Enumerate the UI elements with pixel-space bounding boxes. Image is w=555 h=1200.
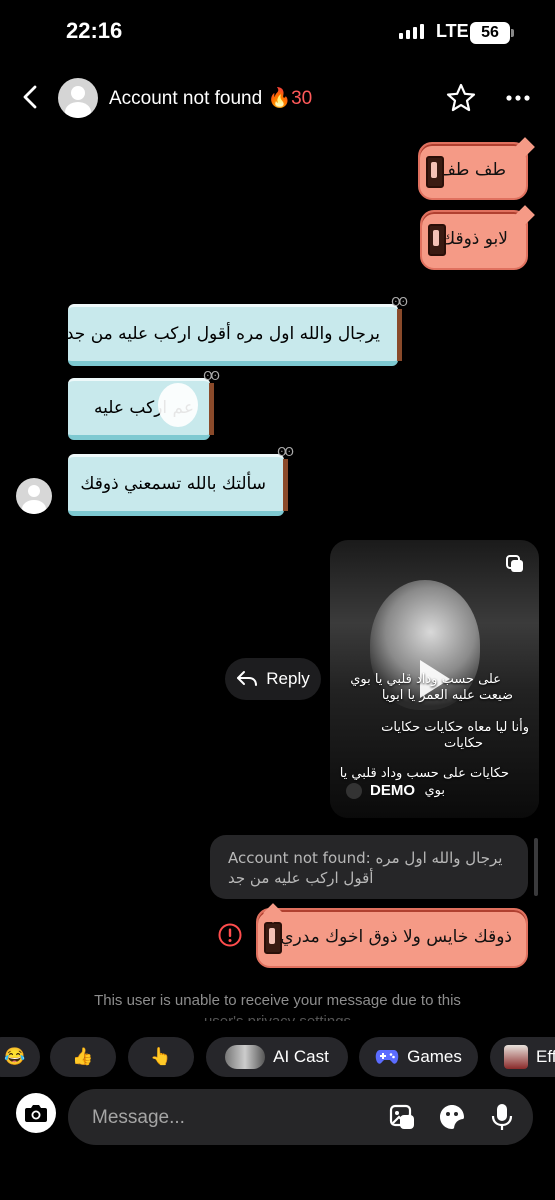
reel-caption: ضيعت عليه العمر يا ابويا (381, 688, 513, 703)
more-icon[interactable] (505, 88, 531, 108)
redaction-blur (158, 383, 198, 427)
sticker-can-icon (264, 922, 282, 954)
reply-icon (237, 671, 258, 686)
system-message-line: user's privacy settings (0, 1011, 555, 1021)
quoted-message[interactable]: Account not found: يرجال والله اول مره أ… (210, 835, 528, 899)
multi-media-icon (506, 555, 523, 572)
message-text: لابو ذوقك (441, 229, 508, 249)
sent-message[interactable]: طف طف (418, 137, 535, 200)
quote-line: أقول اركب عليه من جد (228, 869, 374, 887)
microphone-icon[interactable] (488, 1103, 516, 1131)
gamepad-icon (375, 1050, 399, 1064)
error-icon[interactable] (218, 923, 242, 947)
bubble-pole (397, 309, 402, 361)
bubble-tail (263, 903, 283, 923)
effects-icon (504, 1045, 528, 1069)
received-message[interactable]: عم اركب عليه ʘʘ (68, 369, 220, 440)
bubble-pole (209, 383, 214, 435)
quote-line: Account not found: يرجال والله اول مره (228, 849, 503, 867)
reel-author: DEMO (370, 782, 415, 799)
games-label: Games (407, 1047, 462, 1066)
camera-button[interactable] (16, 1093, 56, 1133)
bubble-tail (515, 137, 535, 157)
reel-author-avatar (346, 783, 362, 799)
streak-badge: 🔥30 (267, 88, 313, 109)
emoji-label: 👆 (150, 1047, 172, 1066)
reel-caption: حكايات (444, 736, 483, 751)
emoji-label: 👍 (72, 1047, 94, 1066)
shared-reel[interactable]: على حسب وداد قلبي يا بوي ضيعت عليه العمر… (330, 540, 539, 818)
back-icon[interactable] (18, 84, 44, 110)
ai-cast-button[interactable]: AI Cast (206, 1037, 348, 1077)
sender-avatar[interactable] (16, 478, 52, 514)
message-input[interactable] (90, 1104, 364, 1132)
message-text: ذوقك خايس ولا ذوق اخوك مدري (280, 927, 512, 947)
quick-emoji-thumbs-up[interactable]: 👍 (50, 1037, 116, 1077)
message-text: سألتك بالله تسمعني ذوقك (80, 474, 266, 494)
signal-icon (399, 24, 424, 39)
received-message[interactable]: سألتك بالله تسمعني ذوقك ʘʘ (68, 445, 294, 516)
status-time: 22:16 (66, 18, 123, 43)
star-icon[interactable] (446, 83, 476, 113)
sticker-eyes-icon: ʘʘ (277, 445, 294, 459)
bubble-pole (283, 459, 288, 511)
ai-cast-label: AI Cast (273, 1047, 329, 1066)
battery-tip (511, 29, 514, 37)
chat-title[interactable]: Account not found 🔥30 (109, 86, 312, 110)
sticker-eyes-icon: ʘʘ (203, 369, 220, 383)
avatar[interactable] (58, 78, 98, 118)
chat-title-text: Account not found (109, 88, 263, 109)
message-text: يرجال والله اول مره أقول اركب عليه من جد (65, 324, 380, 344)
effects-button[interactable]: Eff (490, 1037, 555, 1077)
reply-label: Reply (266, 669, 310, 688)
reel-caption: حكايات على حسب وداد قلبي يا (339, 766, 509, 781)
message-composer[interactable] (68, 1089, 533, 1145)
games-button[interactable]: Games (359, 1037, 478, 1077)
effects-label: Eff (536, 1047, 555, 1066)
quick-emoji-laugh[interactable]: 😂 (0, 1037, 40, 1077)
quote-bar (534, 838, 538, 896)
sent-message-failed[interactable]: ذوقك خايس ولا ذوق اخوك مدري (256, 903, 528, 968)
bubble-tail (515, 205, 535, 225)
sticker-eyes-icon: ʘʘ (391, 295, 408, 309)
camera-icon (25, 1105, 47, 1122)
quick-emoji-point-up[interactable]: 👆 (128, 1037, 194, 1077)
emoji-label: 😂 (4, 1047, 26, 1066)
message-text: طف طف (438, 160, 506, 180)
sticker-can-icon (426, 156, 444, 188)
system-message-line: This user is unable to receive your mess… (94, 992, 461, 1009)
ai-cast-icon (225, 1045, 266, 1069)
sticker-can-icon (428, 224, 446, 256)
reply-button[interactable]: Reply (225, 658, 321, 700)
network-label: LTE (436, 21, 469, 41)
received-message[interactable]: يرجال والله اول مره أقول اركب عليه من جد… (65, 295, 408, 366)
gallery-icon[interactable] (388, 1103, 416, 1131)
sent-message[interactable]: لابو ذوقك (420, 205, 535, 270)
reel-caption: على حسب وداد قلبي يا بوي (350, 672, 501, 687)
sticker-icon[interactable] (438, 1103, 466, 1131)
battery-icon: 56 (470, 22, 510, 44)
system-message: This user is unable to receive your mess… (0, 990, 555, 1021)
reel-caption: بوي (424, 783, 445, 798)
reel-caption: وأنا ليا معاه حكايات حكايات (381, 720, 529, 735)
